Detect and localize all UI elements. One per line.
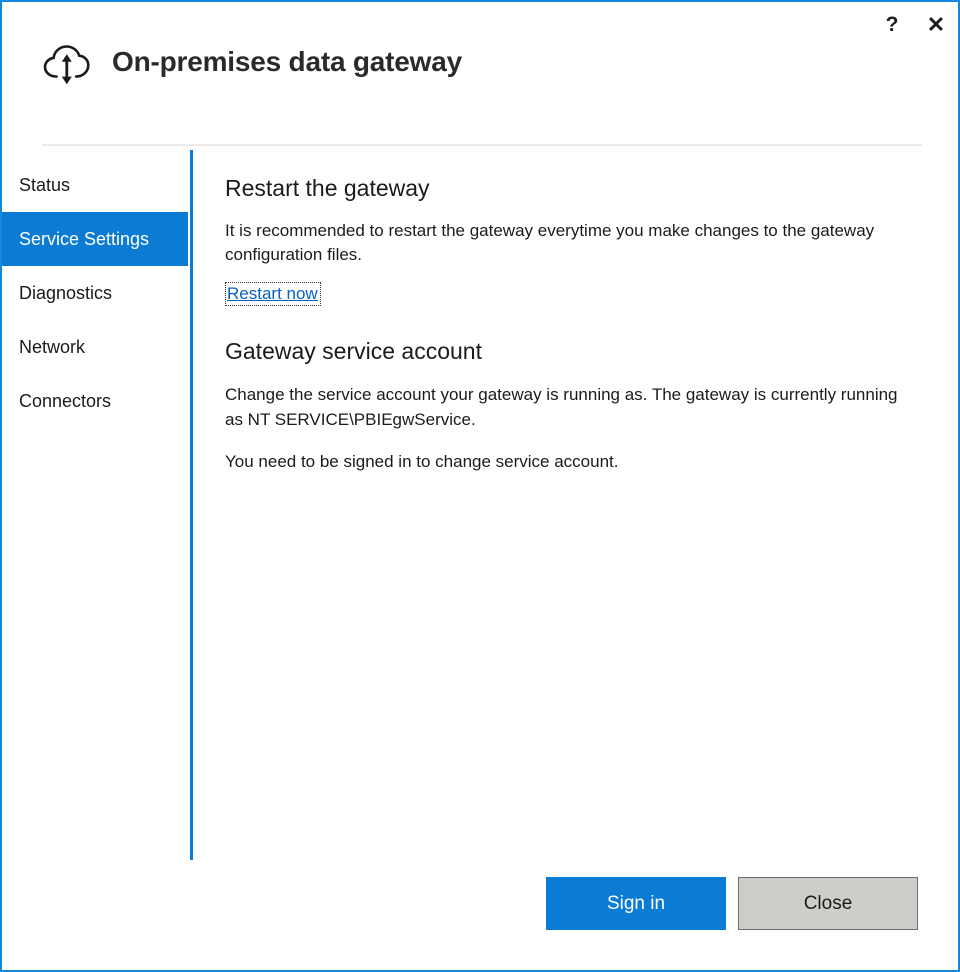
- question-mark-icon: ?: [886, 14, 899, 35]
- gateway-service-account-section: Gateway service account Change the servi…: [225, 338, 932, 475]
- close-icon: ✕: [927, 14, 945, 36]
- sidebar-item-status[interactable]: Status: [2, 158, 188, 212]
- sidebar-item-label: Status: [19, 175, 70, 196]
- sidebar-item-service-settings[interactable]: Service Settings: [2, 212, 188, 266]
- header-divider: [42, 144, 922, 146]
- close-window-button[interactable]: ✕: [914, 4, 958, 46]
- gateway-configuration-window: On-premises data gateway ? ✕ Status Serv…: [0, 0, 960, 972]
- restart-gateway-description: It is recommended to restart the gateway…: [225, 219, 919, 268]
- sidebar-item-network[interactable]: Network: [2, 320, 188, 374]
- restart-now-link[interactable]: Restart now: [225, 282, 321, 306]
- sidebar-divider: [190, 150, 193, 860]
- sidebar-item-label: Diagnostics: [19, 283, 112, 304]
- restart-now-row: Restart now: [225, 282, 932, 306]
- restart-gateway-section: Restart the gateway It is recommended to…: [225, 170, 932, 306]
- sidebar-item-connectors[interactable]: Connectors: [2, 374, 188, 428]
- sidebar-nav: Status Service Settings Diagnostics Netw…: [2, 158, 188, 428]
- sign-in-button[interactable]: Sign in: [546, 877, 726, 930]
- sign-in-required-note: You need to be signed in to change servi…: [225, 450, 919, 475]
- service-account-description: Change the service account your gateway …: [225, 383, 919, 432]
- sidebar-item-label: Connectors: [19, 391, 111, 412]
- sidebar-item-label: Service Settings: [19, 229, 149, 250]
- close-button[interactable]: Close: [738, 877, 918, 930]
- restart-gateway-heading: Restart the gateway: [225, 170, 932, 203]
- page-title: On-premises data gateway: [112, 46, 462, 78]
- sidebar-item-diagnostics[interactable]: Diagnostics: [2, 266, 188, 320]
- window-controls: ? ✕: [870, 2, 958, 48]
- help-button[interactable]: ?: [870, 4, 914, 46]
- sidebar-item-label: Network: [19, 337, 85, 358]
- window-header: On-premises data gateway: [2, 2, 958, 122]
- settings-content-pane: Restart the gateway It is recommended to…: [225, 170, 932, 475]
- cloud-sync-icon: [42, 41, 92, 87]
- gateway-service-account-heading: Gateway service account: [225, 338, 932, 366]
- dialog-footer: Sign in Close: [2, 877, 958, 931]
